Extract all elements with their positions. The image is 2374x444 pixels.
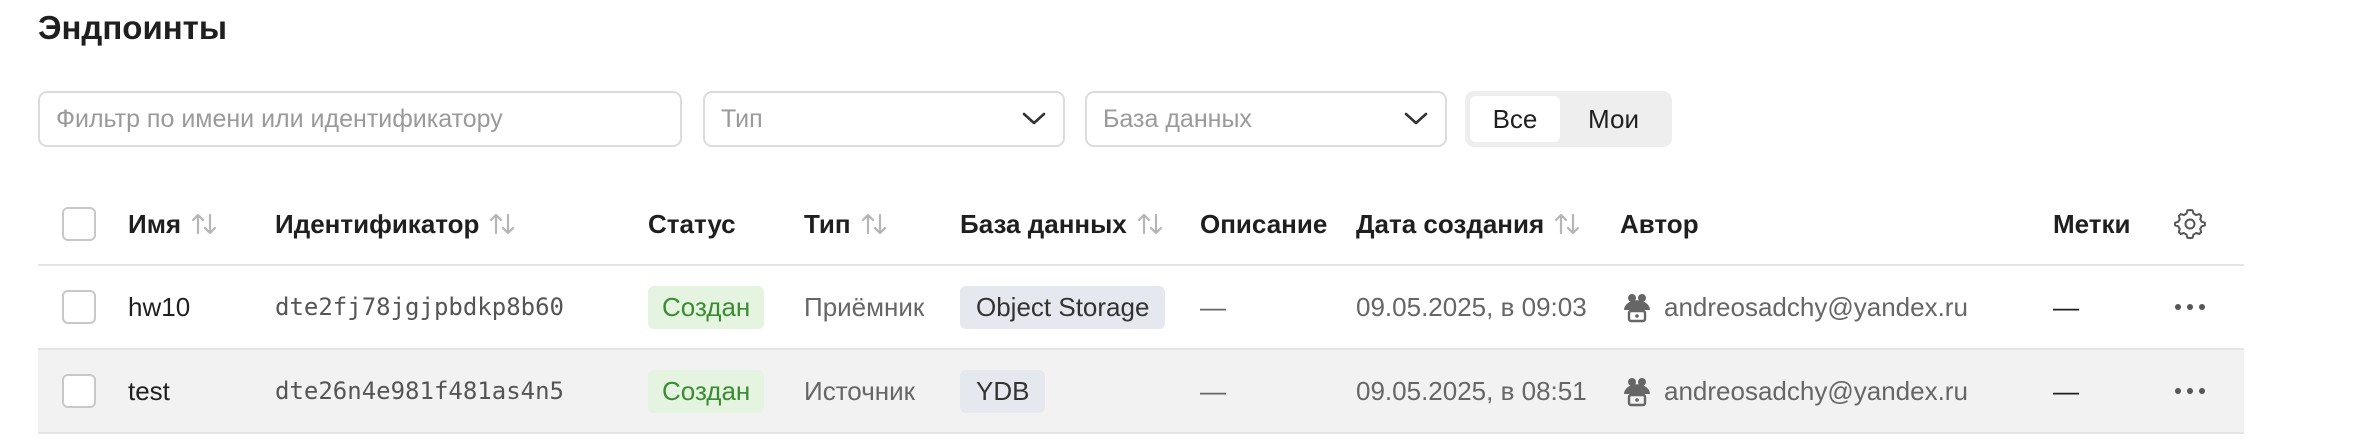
row-actions[interactable] (2173, 266, 2207, 348)
segment-all[interactable]: Все (1470, 96, 1560, 142)
row-database: Object Storage (960, 266, 1166, 348)
ownership-segmented-control: Все Мои (1465, 91, 1672, 147)
search-input[interactable]: Фильтр по имени или идентификатору (38, 91, 682, 147)
header-description: Описание (1200, 184, 1327, 264)
sort-arrows-icon (861, 213, 886, 235)
status-badge: Создан (648, 369, 765, 413)
header-created-label: Дата создания (1356, 208, 1545, 239)
author-email: andreosadchy@yandex.ru (1664, 291, 1968, 322)
header-type-label: Тип (804, 208, 851, 239)
gear-icon[interactable] (2173, 207, 2207, 241)
header-name[interactable]: Имя (128, 184, 219, 264)
header-author-label: Автор (1620, 208, 1699, 239)
type-select[interactable]: Тип (703, 91, 1065, 147)
service-account-icon (1624, 294, 1650, 323)
row-id-value: dte2fj78jgjpbdkp8b60 (275, 293, 564, 321)
row-checkbox[interactable] (62, 374, 96, 408)
header-description-label: Описание (1200, 208, 1328, 239)
row-created: 09.05.2025, в 09:03 (1356, 291, 1587, 322)
header-database[interactable]: База данных (960, 184, 1165, 264)
row-tags: — (2053, 375, 2079, 406)
endpoints-page: Эндпоинты Фильтр по имени или идентифика… (0, 0, 2374, 444)
table-row[interactable]: test dte26n4e981f481as4n5 Создан Источни… (38, 350, 2244, 434)
row-status: Создан (648, 266, 765, 348)
row-checkbox[interactable] (62, 290, 96, 324)
chevron-down-icon (1404, 112, 1428, 125)
row-created: 09.05.2025, в 08:51 (1356, 375, 1587, 406)
search-placeholder: Фильтр по имени или идентификатору (56, 104, 503, 133)
database-select[interactable]: База данных (1085, 91, 1447, 147)
header-status-label: Статус (648, 208, 736, 239)
service-account-icon (1624, 378, 1650, 407)
page-title: Эндпоинты (38, 9, 228, 46)
more-horizontal-icon[interactable] (2173, 386, 2207, 396)
row-author: andreosadchy@yandex.ru (1620, 350, 1968, 432)
row-status: Создан (648, 350, 765, 432)
type-select-placeholder: Тип (721, 104, 763, 133)
chevron-down-icon (1022, 112, 1046, 125)
row-type: Приёмник (804, 291, 925, 322)
row-database: YDB (960, 350, 1046, 432)
more-horizontal-icon[interactable] (2173, 302, 2207, 312)
header-database-label: База данных (960, 208, 1127, 239)
author-email: andreosadchy@yandex.ru (1664, 375, 1968, 406)
header-checkbox-cell (62, 184, 96, 264)
header-id-label: Идентификатор (275, 208, 480, 239)
row-description: — (1200, 291, 1226, 322)
row-author: andreosadchy@yandex.ru (1620, 266, 1968, 348)
row-tags: — (2053, 291, 2079, 322)
endpoints-table: Имя Идентификатор Статус Тип База данных… (38, 184, 2244, 434)
database-badge: YDB (960, 369, 1046, 413)
row-id: dte2fj78jgjpbdkp8b60 (275, 266, 564, 348)
row-description: — (1200, 375, 1226, 406)
sort-arrows-icon (1555, 213, 1580, 235)
header-created[interactable]: Дата создания (1356, 184, 1582, 264)
select-all-checkbox[interactable] (62, 207, 96, 241)
status-badge: Создан (648, 285, 765, 329)
row-actions[interactable] (2173, 350, 2207, 432)
header-name-label: Имя (128, 208, 182, 239)
header-tags-label: Метки (2053, 208, 2131, 239)
header-status: Статус (648, 184, 736, 264)
database-select-placeholder: База данных (1103, 104, 1252, 133)
header-author: Автор (1620, 184, 1699, 264)
database-badge: Object Storage (960, 285, 1166, 329)
sort-arrows-icon (490, 213, 515, 235)
row-type: Источник (804, 375, 915, 406)
table-row[interactable]: hw10 dte2fj78jgjpbdkp8b60 Создан Приёмни… (38, 266, 2244, 350)
sort-arrows-icon (1137, 213, 1162, 235)
header-settings[interactable] (2173, 184, 2207, 264)
header-tags: Метки (2053, 184, 2131, 264)
row-name[interactable]: hw10 (128, 266, 190, 348)
segment-mine[interactable]: Мои (1560, 96, 1667, 142)
header-type[interactable]: Тип (804, 184, 889, 264)
row-id: dte26n4e981f481as4n5 (275, 350, 564, 432)
row-name[interactable]: test (128, 350, 170, 432)
header-id[interactable]: Идентификатор (275, 184, 517, 264)
table-header: Имя Идентификатор Статус Тип База данных… (38, 184, 2244, 266)
row-id-value: dte26n4e981f481as4n5 (275, 377, 564, 405)
sort-arrows-icon (191, 213, 217, 235)
row-checkbox-cell (62, 350, 96, 432)
row-checkbox-cell (62, 266, 96, 348)
